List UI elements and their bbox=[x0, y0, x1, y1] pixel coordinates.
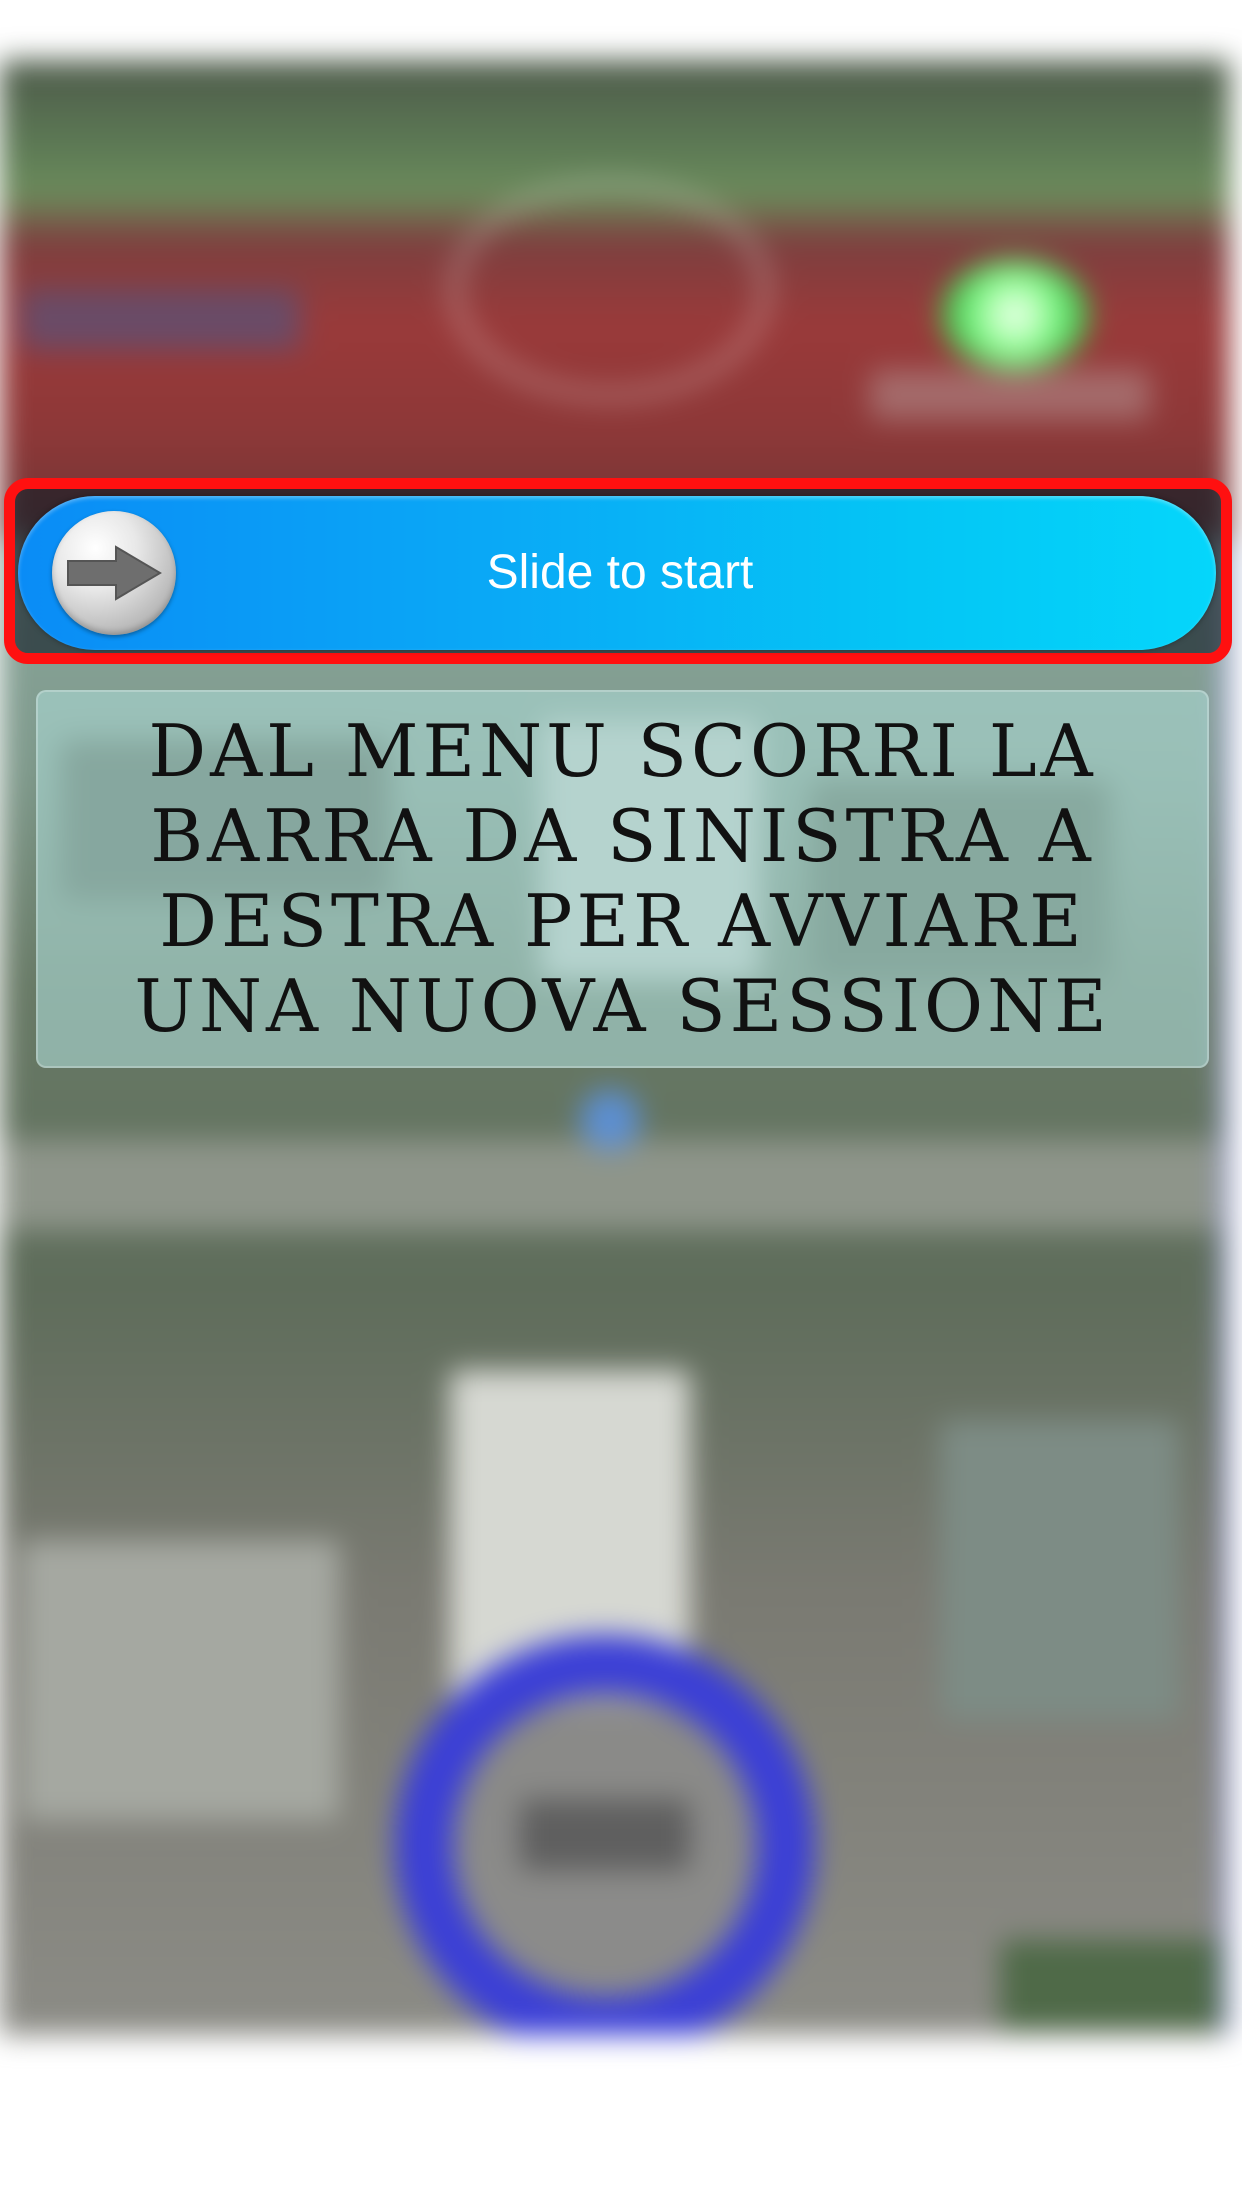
instruction-panel: DAL MENU SCORRI LA BARRA DA SINISTRA A D… bbox=[36, 690, 1209, 1068]
arrow-right-icon bbox=[67, 545, 162, 601]
slider-knob[interactable] bbox=[52, 511, 176, 635]
background-label-secondary bbox=[870, 370, 1150, 420]
map-road bbox=[0, 1140, 1230, 1230]
slider-label: Slide to start bbox=[486, 546, 754, 599]
background-logo bbox=[450, 180, 770, 400]
map-park bbox=[1000, 1940, 1230, 2030]
background-track-photo bbox=[0, 60, 1230, 540]
map-building bbox=[20, 1540, 340, 1820]
background-label bbox=[20, 290, 300, 350]
location-dot-icon bbox=[580, 1090, 640, 1150]
instruction-text: DAL MENU SCORRI LA BARRA DA SINISTRA A D… bbox=[134, 709, 1111, 1048]
background-status-dot bbox=[940, 260, 1090, 370]
tutorial-screen: Slide to start DAL MENU SCORRI LA BARRA … bbox=[0, 0, 1242, 2208]
map-building bbox=[940, 1420, 1180, 1720]
background-edge bbox=[1220, 540, 1230, 2035]
background-ring-value bbox=[520, 1800, 690, 1870]
